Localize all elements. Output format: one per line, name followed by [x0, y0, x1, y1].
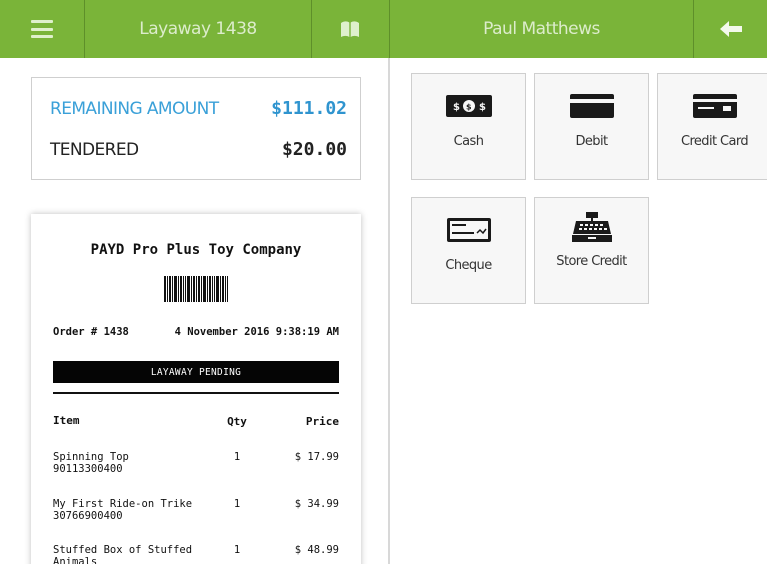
payment-label: Store Credit: [556, 254, 627, 269]
amount-summary: REMAINING AMOUNT $111.02 TENDERED $20.00: [31, 77, 361, 180]
cash-register-icon: [571, 212, 612, 242]
column-header-price: Price: [305, 415, 339, 428]
tendered-value: $20.00: [281, 139, 347, 160]
panel-divider: [388, 58, 390, 564]
payment-label: Credit Card: [680, 134, 749, 149]
item-qty: 1: [233, 451, 241, 463]
remaining-row: REMAINING AMOUNT $111.02: [50, 98, 347, 119]
item-qty: 1: [233, 498, 241, 510]
item-sku: 90113300400: [53, 463, 123, 475]
item-price: $ 17.99: [294, 451, 339, 463]
arrow-left-icon: [719, 21, 742, 37]
remaining-value: $111.02: [271, 98, 347, 119]
page-title: Layaway 1438: [139, 19, 257, 39]
item-sku: Animals: [53, 556, 98, 564]
receipt-line-item: Stuffed Box of Stuffed Animals 1 $ 48.99: [53, 544, 339, 564]
svg-text:$: $: [479, 102, 486, 113]
payment-cheque-button[interactable]: Cheque: [411, 197, 526, 304]
payment-store-credit-button[interactable]: Store Credit: [534, 197, 649, 304]
column-header-qty: Qty: [227, 415, 247, 428]
payment-label: Debit: [575, 134, 609, 149]
payment-credit-card-button[interactable]: Credit Card: [657, 73, 767, 180]
receipt[interactable]: PAYD Pro Plus Toy Company Order # 1438 4…: [31, 214, 361, 564]
divider: [53, 392, 339, 394]
item-qty: 1: [233, 544, 241, 556]
back-button[interactable]: [694, 0, 767, 58]
tendered-label: TENDERED: [50, 139, 139, 160]
svg-text:$: $: [453, 102, 460, 113]
book-button[interactable]: [312, 0, 388, 58]
tendered-row: TENDERED $20.00: [50, 139, 347, 160]
payment-label: Cash: [453, 134, 484, 149]
menu-button[interactable]: [0, 0, 84, 58]
status-banner: LAYAWAY PENDING: [53, 361, 339, 383]
column-header-item: Item: [53, 414, 80, 427]
credit-card-icon: [692, 94, 737, 118]
receipt-line-item: My First Ride-on Trike 30766900400 1 $ 3…: [53, 498, 339, 526]
order-info: Order # 1438 4 November 2016 9:38:19 AM: [53, 326, 339, 338]
barcode-icon: [164, 276, 228, 302]
cash-icon: $ $ $: [445, 95, 492, 117]
remaining-label: REMAINING AMOUNT: [50, 98, 219, 119]
item-price: $ 48.99: [294, 544, 339, 556]
order-datetime: 4 November 2016 9:38:19 AM: [174, 326, 339, 338]
book-icon: [341, 21, 359, 37]
cheque-icon: [446, 218, 491, 242]
item-name: Stuffed Box of Stuffed: [53, 544, 193, 556]
receipt-line-item: Spinning Top 90113300400 1 $ 17.99: [53, 451, 339, 479]
payment-debit-button[interactable]: Debit: [534, 73, 649, 180]
store-name: PAYD Pro Plus Toy Company: [90, 242, 302, 258]
payment-label: Cheque: [445, 258, 492, 273]
item-price: $ 34.99: [294, 498, 339, 510]
item-name: Spinning Top: [53, 451, 129, 463]
receipt-header-row: Item Qty Price: [53, 415, 339, 429]
order-number: Order # 1438: [53, 326, 129, 338]
item-name: My First Ride-on Trike: [53, 498, 193, 510]
payment-cash-button[interactable]: $ $ $ Cash: [411, 73, 526, 180]
customer-name[interactable]: Paul Matthews: [390, 0, 693, 58]
svg-text:$: $: [466, 103, 472, 112]
item-sku: 30766900400: [53, 510, 123, 522]
debit-card-icon: [569, 94, 614, 118]
top-bar: Layaway 1438 Paul Matthews: [0, 0, 767, 58]
hamburger-menu-icon: [31, 20, 53, 38]
